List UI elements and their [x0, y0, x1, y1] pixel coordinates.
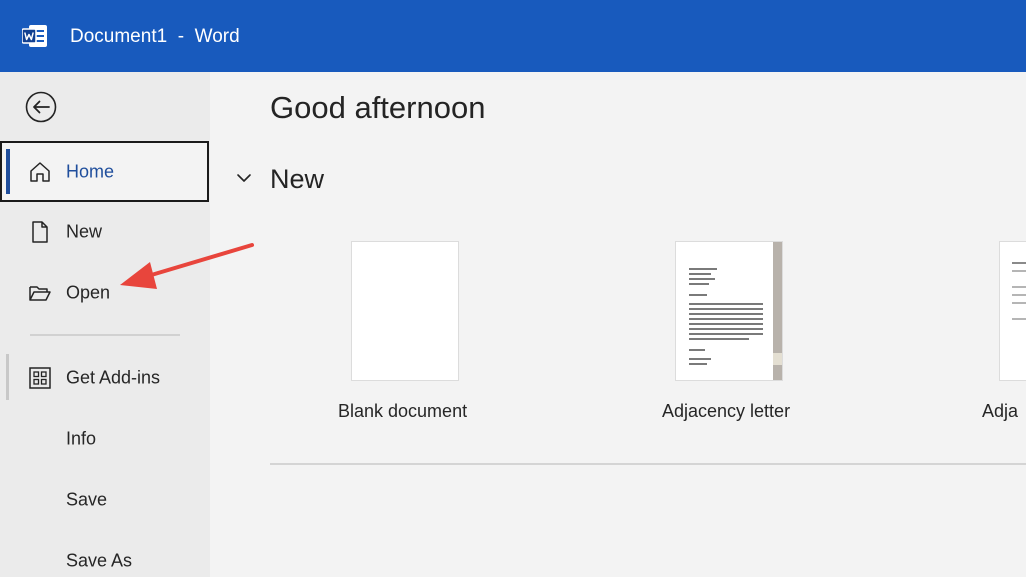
- template-side-band-accent: [773, 353, 782, 365]
- sidebar-item-label: Home: [66, 161, 115, 181]
- backstage-main: Good afternoon New Blank document Adjace…: [210, 72, 1026, 577]
- template-text-line: [689, 273, 711, 275]
- template-label-third[interactable]: Adja: [982, 401, 1018, 422]
- title-bar: Document1 - Word: [0, 0, 1026, 72]
- template-text-line: [689, 328, 763, 330]
- sidebar-item-save-as[interactable]: Save As: [0, 531, 210, 577]
- sidebar-item-label: Get Add-ins: [66, 367, 161, 388]
- greeting-heading: Good afternoon: [270, 90, 486, 125]
- backstage-sidebar: Home New Open Get Add-ins Info Save Save…: [0, 72, 210, 577]
- sidebar-item-save[interactable]: Save: [0, 470, 210, 530]
- new-document-icon: [32, 221, 48, 243]
- template-adjacency-letter[interactable]: [675, 241, 783, 381]
- template-text-line: [689, 283, 709, 285]
- template-text-line: [1012, 302, 1026, 304]
- chevron-down-icon[interactable]: [236, 170, 252, 186]
- template-text-line: [689, 318, 763, 320]
- back-arrow-icon[interactable]: [25, 91, 57, 123]
- template-text-line: [689, 268, 717, 270]
- sidebar-item-label: Info: [66, 428, 97, 449]
- template-text-line: [689, 278, 715, 280]
- sidebar-item-label: Save As: [66, 550, 133, 571]
- sidebar-item-new[interactable]: New: [0, 202, 210, 262]
- window-title: Document1 - Word: [70, 26, 240, 47]
- template-text-line: [1012, 294, 1026, 296]
- word-logo-icon: [22, 25, 47, 47]
- template-text-line: [689, 308, 763, 310]
- template-text-line: [689, 313, 763, 315]
- template-text-line: [1012, 286, 1026, 288]
- template-text-line: [1012, 270, 1026, 272]
- template-text-line: [1012, 318, 1026, 320]
- template-text-line: [689, 333, 763, 335]
- template-text-line: [1012, 262, 1026, 264]
- template-text-line: [689, 303, 763, 305]
- template-text-line: [689, 349, 705, 351]
- template-text-line: [689, 294, 707, 296]
- new-section-title[interactable]: New: [270, 164, 324, 195]
- template-text-line: [689, 338, 749, 340]
- template-text-line: [689, 363, 707, 365]
- template-label-adjacency[interactable]: Adjacency letter: [662, 401, 790, 422]
- sidebar-item-label: Open: [66, 282, 111, 303]
- sidebar-divider: [30, 334, 180, 336]
- sidebar-item-open[interactable]: Open: [0, 263, 210, 323]
- sidebar-item-label: Save: [66, 489, 108, 510]
- folder-open-icon: [29, 286, 51, 301]
- selection-indicator: [6, 149, 10, 194]
- template-label-blank[interactable]: Blank document: [338, 401, 467, 422]
- sidebar-item-info[interactable]: Info: [0, 409, 210, 469]
- section-divider: [270, 463, 1026, 465]
- home-icon: [30, 161, 50, 182]
- sidebar-item-label: New: [66, 221, 103, 242]
- sidebar-item-home[interactable]: Home: [0, 141, 209, 202]
- template-blank-document[interactable]: [351, 241, 459, 381]
- template-text-line: [689, 358, 711, 360]
- sidebar-item-addins[interactable]: Get Add-ins: [0, 348, 210, 408]
- template-text-line: [689, 323, 763, 325]
- grid-apps-icon: [29, 367, 51, 389]
- template-third[interactable]: [999, 241, 1026, 381]
